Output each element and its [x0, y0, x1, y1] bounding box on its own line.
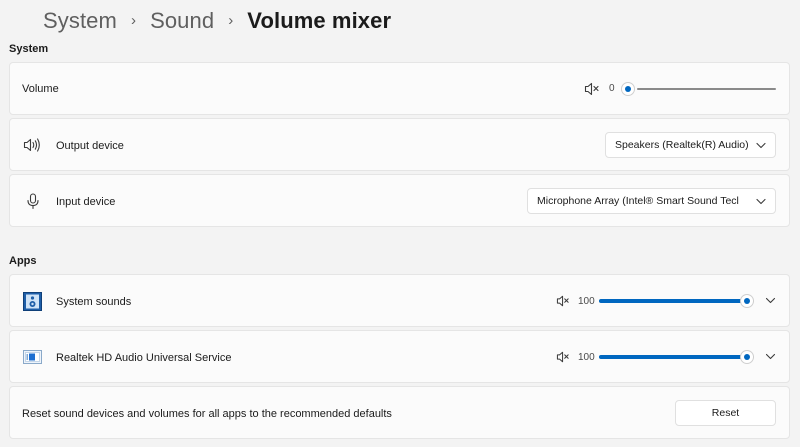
- output-device-card: Output device Speakers (Realtek(R) Audio…: [9, 118, 790, 171]
- output-device-selected: Speakers (Realtek(R) Audio): [615, 139, 749, 151]
- app-volume-value: 100: [578, 352, 595, 363]
- app-row-system-sounds: System sounds 100: [9, 274, 790, 327]
- slider-fill: [599, 299, 747, 303]
- app-label-realtek: Realtek HD Audio Universal Service: [56, 352, 232, 364]
- system-sounds-icon: [23, 292, 42, 311]
- chevron-down-icon: [756, 142, 766, 149]
- volume-icon[interactable]: [556, 295, 570, 307]
- app-row-realtek: Realtek HD Audio Universal Service 100: [9, 330, 790, 383]
- page-title: Volume mixer: [247, 8, 392, 33]
- slider-thumb[interactable]: [621, 82, 635, 96]
- microphone-icon: [27, 193, 39, 210]
- output-device-label: Output device: [56, 140, 124, 152]
- expand-chevron-icon[interactable]: [765, 297, 776, 304]
- reset-button[interactable]: Reset: [675, 400, 776, 426]
- realtek-app-icon: [23, 350, 42, 364]
- volume-muted-icon[interactable]: [584, 82, 600, 96]
- slider-thumb[interactable]: [740, 350, 754, 364]
- reset-card: Reset sound devices and volumes for all …: [9, 386, 790, 439]
- chevron-down-icon: [756, 198, 766, 205]
- volume-slider[interactable]: [621, 82, 776, 96]
- reset-description: Reset sound devices and volumes for all …: [22, 408, 392, 420]
- breadcrumb-separator: ›: [130, 11, 137, 29]
- system-volume-card: Volume 0: [9, 62, 790, 115]
- input-device-label: Input device: [56, 196, 116, 208]
- section-header-apps: Apps: [9, 255, 37, 267]
- input-device-selected: Microphone Array (Intel® Smart Sound Tec…: [537, 195, 739, 207]
- input-device-card: Input device Microphone Array (Intel® Sm…: [9, 174, 790, 227]
- app-volume-slider[interactable]: [599, 350, 754, 364]
- expand-chevron-icon[interactable]: [765, 353, 776, 360]
- speaker-icon: [23, 138, 40, 152]
- breadcrumb-sound[interactable]: Sound: [150, 8, 214, 34]
- volume-icon[interactable]: [556, 351, 570, 363]
- slider-fill: [599, 355, 747, 359]
- slider-track: [637, 88, 776, 90]
- app-label-system-sounds: System sounds: [56, 296, 132, 308]
- app-volume-value: 100: [578, 296, 595, 307]
- breadcrumb: System › Sound › Volume mixer: [43, 6, 391, 36]
- volume-value: 0: [609, 83, 615, 94]
- breadcrumb-separator: ›: [228, 11, 234, 29]
- breadcrumb-system[interactable]: System: [43, 8, 117, 34]
- output-device-dropdown[interactable]: Speakers (Realtek(R) Audio): [605, 132, 776, 158]
- volume-label: Volume: [22, 83, 59, 95]
- section-header-system: System: [9, 43, 49, 55]
- input-device-dropdown[interactable]: Microphone Array (Intel® Smart Sound Tec…: [527, 188, 776, 214]
- slider-thumb[interactable]: [740, 294, 754, 308]
- app-volume-slider[interactable]: [599, 294, 754, 308]
